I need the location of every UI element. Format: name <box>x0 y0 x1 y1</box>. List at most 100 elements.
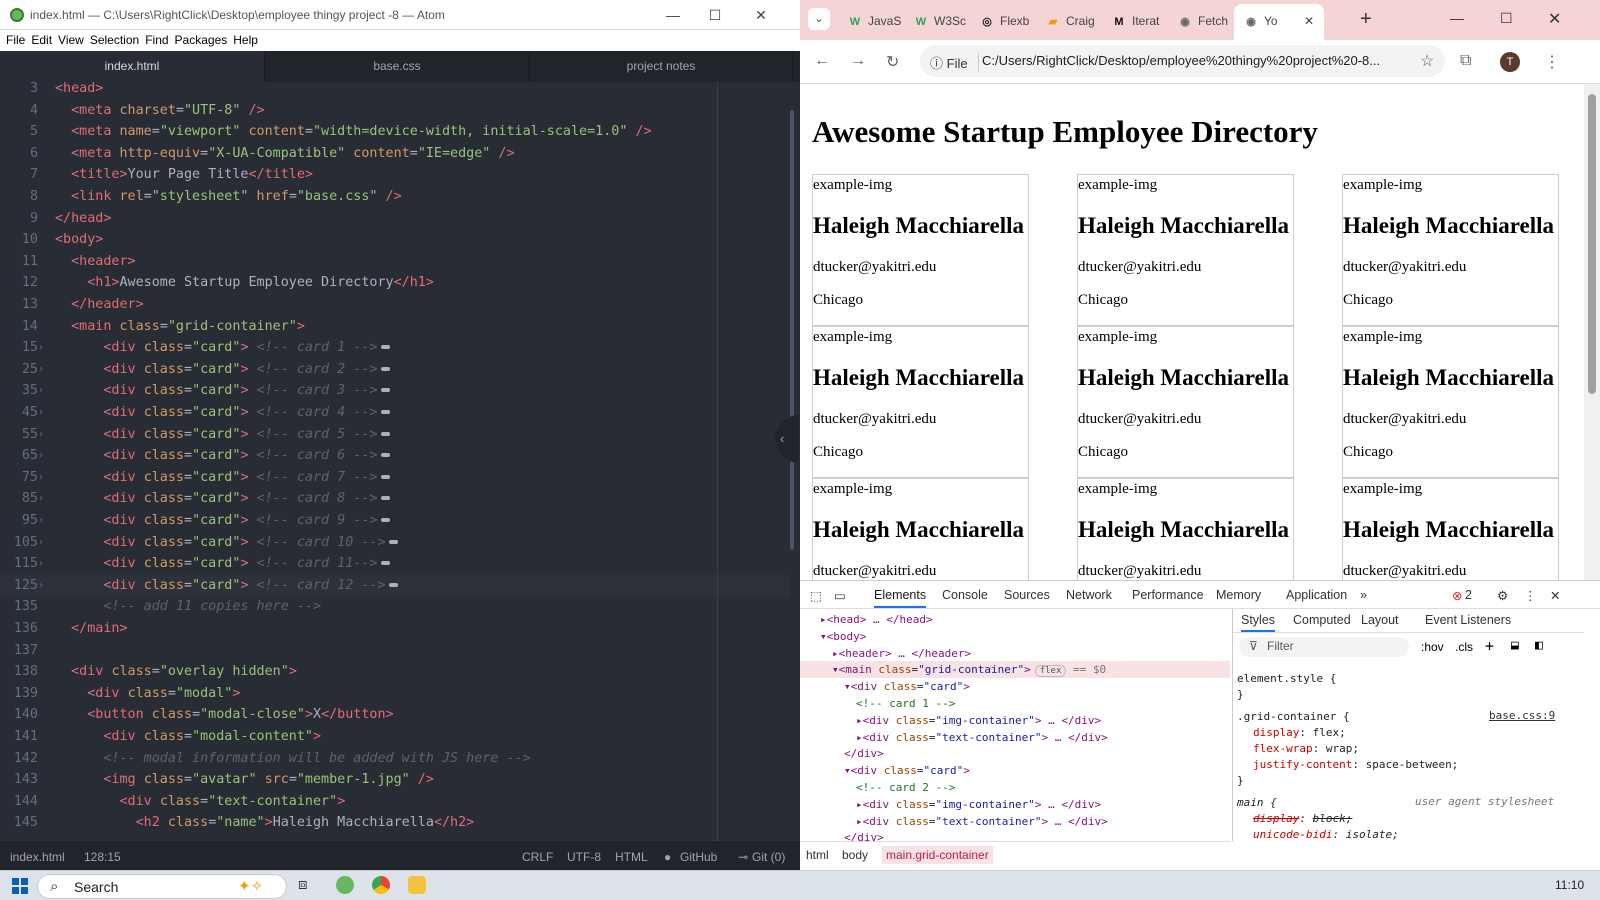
fold-chevron-icon[interactable]: › <box>38 532 44 554</box>
extensions-puzzle-icon[interactable]: ⧉ <box>1460 52 1471 70</box>
browser-tab[interactable]: W W3Sc <box>904 6 968 36</box>
code-line[interactable]: 7 <title>Your Page Title</title> <box>0 164 790 186</box>
browser-tab[interactable]: ▰ Craig <box>1036 6 1100 36</box>
fold-chevron-icon[interactable]: › <box>38 380 44 402</box>
page-scroll-thumb[interactable] <box>1588 94 1596 394</box>
code-line[interactable]: 105 › <div class="card"> <!-- card 10 --> <box>0 532 790 554</box>
dom-node[interactable]: ▸<head> … </head> <box>800 611 1230 628</box>
forward-arrow-icon[interactable]: → <box>850 52 866 70</box>
atom-app-icon[interactable] <box>336 876 354 894</box>
styles-tab-event-listeners[interactable]: Event Listeners <box>1425 613 1511 627</box>
menu-edit[interactable]: Edit <box>25 30 52 47</box>
code-line[interactable]: 3 <head> <box>0 82 790 100</box>
settings-gear-icon[interactable]: ⚙ <box>1497 588 1508 603</box>
new-tab-plus-icon[interactable]: + <box>1360 8 1372 31</box>
maximize-icon[interactable]: ☐ <box>1500 10 1513 27</box>
code-line[interactable]: 5 <meta name="viewport" content="width=d… <box>0 121 790 143</box>
menu-help[interactable]: Help <box>227 30 258 47</box>
more-tabs-icon[interactable]: » <box>1360 588 1367 602</box>
devtools-tab-memory[interactable]: Memory <box>1216 588 1261 602</box>
code-line[interactable]: 11 <header> <box>0 251 790 273</box>
fold-chevron-icon[interactable]: › <box>38 359 44 381</box>
windows-start-icon[interactable] <box>12 878 28 894</box>
tab-search-chevron-down-icon[interactable]: ⌄ <box>808 8 830 30</box>
status-grammar[interactable]: HTML <box>615 850 648 864</box>
cls-toggle[interactable]: .cls <box>1455 640 1473 654</box>
styles-tab-layout[interactable]: Layout <box>1361 613 1399 627</box>
flex-badge[interactable]: flex <box>1034 665 1067 678</box>
code-line[interactable]: 8 <link rel="stylesheet" href="base.css"… <box>0 186 790 208</box>
minimize-icon[interactable]: — <box>650 0 696 30</box>
browser-tab[interactable]: M Iterat <box>1102 6 1166 36</box>
dom-node[interactable]: <!-- card 1 --> <box>800 695 1230 712</box>
code-line[interactable]: 35 › <div class="card"> <!-- card 3 --> <box>0 380 790 402</box>
back-arrow-icon[interactable]: ← <box>814 52 830 70</box>
dom-node[interactable]: </div> <box>800 745 1230 762</box>
code-line[interactable]: 138 <div class="overlay hidden"> <box>0 661 790 683</box>
device-toolbar-icon[interactable]: ▭ <box>834 588 846 603</box>
code-line[interactable]: 139 <div class="modal"> <box>0 683 790 705</box>
dom-node[interactable]: ▸<div class="img-container"> … </div> <box>800 712 1230 729</box>
dom-node[interactable]: ▸<div class="img-container"> … </div> <box>800 796 1230 813</box>
dom-node[interactable]: </div> <box>800 829 1230 841</box>
breadcrumb-item[interactable]: html <box>806 848 829 862</box>
code-line[interactable]: 145 <h2 class="name">Haleigh Macchiarell… <box>0 812 790 834</box>
code-line[interactable]: 65 › <div class="card"> <!-- card 6 --> <box>0 445 790 467</box>
chrome-app-icon[interactable] <box>372 876 390 894</box>
fold-chevron-icon[interactable]: › <box>38 510 44 532</box>
code-line[interactable]: 13 </header> <box>0 294 790 316</box>
code-line[interactable]: 95 › <div class="card"> <!-- card 9 --> <box>0 510 790 532</box>
taskbar-search-box[interactable]: ⌕ Search ✦✧ <box>37 874 287 899</box>
sidebar-toggle-icon[interactable]: ◧ <box>1535 638 1543 653</box>
menu-find[interactable]: Find <box>139 30 168 47</box>
dom-node[interactable]: ▾<div class="card"> <box>800 762 1230 779</box>
code-line[interactable]: 4 <meta charset="UTF-8" /> <box>0 100 790 122</box>
fold-chevron-icon[interactable]: › <box>38 467 44 489</box>
tab-index-html[interactable]: index.html <box>0 51 265 82</box>
tab-base-css[interactable]: base.css <box>265 51 530 82</box>
code-line[interactable]: 9 </head> <box>0 208 790 230</box>
folded-ellipsis-icon[interactable] <box>380 410 390 414</box>
fold-chevron-icon[interactable]: › <box>38 424 44 446</box>
address-bar[interactable]: ⓘ File C:/Users/RightClick/Desktop/emplo… <box>920 45 1445 77</box>
dom-node[interactable]: ▸<div class="text-container"> … </div> <box>800 729 1230 746</box>
close-tab-icon[interactable]: ✕ <box>1304 14 1314 28</box>
code-line[interactable]: 115 › <div class="card"> <!-- card 11--> <box>0 553 790 575</box>
browser-tab[interactable]: ◉ Fetch <box>1168 6 1232 36</box>
code-line[interactable]: 140 <button class="modal-close">X</butto… <box>0 704 790 726</box>
folded-ellipsis-icon[interactable] <box>380 453 390 458</box>
devtools-tab-elements[interactable]: Elements <box>874 588 927 608</box>
menu-view[interactable]: View <box>52 30 84 47</box>
breadcrumb-item[interactable]: body <box>842 848 868 862</box>
employee-card[interactable]: example-img Haleigh Macchiarella dtucker@y… <box>1077 326 1294 478</box>
employee-card[interactable]: example-img Haleigh Macchiarella dtucker@y… <box>1077 174 1294 326</box>
dom-node[interactable]: ▾<main class="grid-container"> flex == $0 <box>800 661 1230 679</box>
status-github[interactable]: GitHub <box>680 850 717 864</box>
folded-ellipsis-icon[interactable] <box>388 539 398 544</box>
url-text[interactable]: C:/Users/RightClick/Desktop/employee%20t… <box>982 53 1412 68</box>
hov-toggle[interactable]: :hov <box>1421 640 1444 654</box>
code-line[interactable]: 137 <box>0 640 790 662</box>
close-icon[interactable]: ✕ <box>1548 9 1561 29</box>
status-encoding[interactable]: UTF-8 <box>567 850 601 864</box>
employee-card[interactable]: example-img Haleigh Macchiarella dtucker@y… <box>1077 478 1294 580</box>
folded-ellipsis-icon[interactable] <box>380 518 390 522</box>
code-editor[interactable]: 3 <head> 4 <meta charset="UTF-8" /> 5 <meta… <box>0 82 790 842</box>
devtools-tab-network[interactable]: Network <box>1066 588 1112 602</box>
close-icon[interactable]: ✕ <box>738 0 784 30</box>
employee-card[interactable]: example-img Haleigh Macchiarella dtucker@y… <box>812 174 1029 326</box>
devtools-tab-console[interactable]: Console <box>942 588 988 602</box>
folded-ellipsis-icon[interactable] <box>380 431 390 436</box>
dom-node[interactable]: <!-- card 2 --> <box>800 779 1230 796</box>
folded-ellipsis-icon[interactable] <box>380 496 390 501</box>
error-icon[interactable]: ⊗ <box>1452 588 1462 603</box>
status-file[interactable]: index.html <box>10 850 65 864</box>
code-line[interactable]: 85 › <div class="card"> <!-- card 8 --> <box>0 488 790 510</box>
close-devtools-icon[interactable]: ✕ <box>1550 588 1560 603</box>
employee-card[interactable]: example-img Haleigh Macchiarella dtucker@y… <box>1342 326 1559 478</box>
fold-chevron-icon[interactable]: › <box>38 337 44 359</box>
dom-node[interactable]: ▾<body> <box>800 628 1230 645</box>
employee-card[interactable]: example-img Haleigh Macchiarella dtucker@y… <box>1342 478 1559 580</box>
file-info-chip[interactable]: ⓘ File <box>930 53 979 72</box>
more-options-icon[interactable]: ⋮ <box>1524 588 1537 603</box>
